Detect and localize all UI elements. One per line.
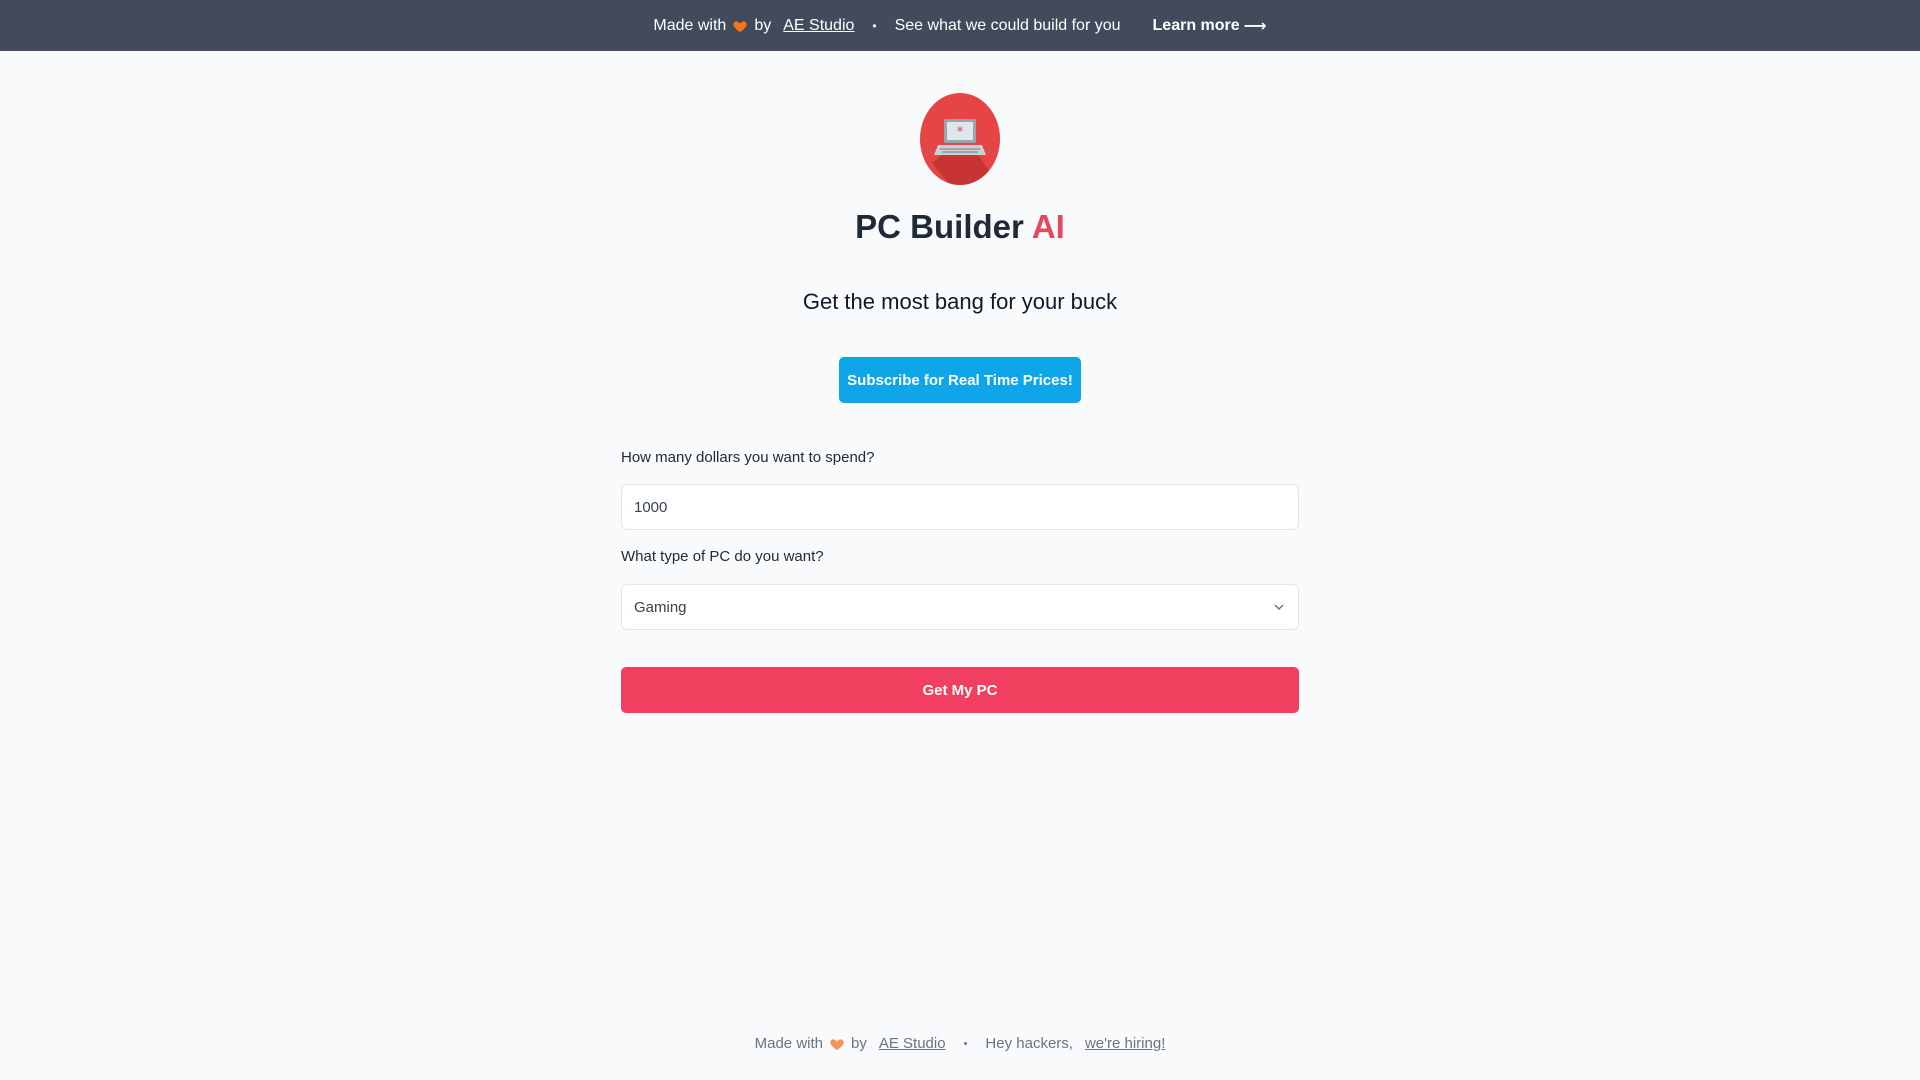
page-title: PC Builder AI <box>0 208 1920 246</box>
footer-ae-studio-link[interactable]: AE Studio <box>879 1035 946 1052</box>
banner-by: by <box>754 16 772 34</box>
chevron-down-icon <box>1274 604 1284 611</box>
footer: Made with by AE Studio • Hey hackers, we… <box>0 1035 1920 1052</box>
budget-value: 1000 <box>634 498 668 516</box>
ae-studio-link[interactable]: AE Studio <box>783 17 854 35</box>
pc-type-value: Gaming <box>634 598 687 616</box>
banner-made-with: Made with <box>653 16 727 34</box>
title-main: PC Builder <box>855 208 1024 245</box>
svg-text:*: * <box>957 125 964 140</box>
pc-type-select[interactable]: Gaming <box>621 584 1299 630</box>
top-banner: Made with by AE Studio • See what we cou… <box>0 0 1920 51</box>
subscribe-button[interactable]: Subscribe for Real Time Prices! <box>839 357 1081 403</box>
learn-more-link[interactable]: Learn more ⟶ <box>1153 16 1267 36</box>
get-my-pc-button[interactable]: Get My PC <box>621 667 1299 713</box>
banner-pitch: See what we could build for you <box>894 16 1121 34</box>
title-accent: AI <box>1031 208 1065 245</box>
arrow-right-icon: ⟶ <box>1243 17 1267 35</box>
footer-by: by <box>851 1035 867 1052</box>
heart-icon <box>733 20 748 32</box>
budget-input[interactable]: 1000 <box>621 484 1299 530</box>
footer-hey: Hey hackers, <box>985 1035 1073 1052</box>
budget-label: How many dollars you want to spend? <box>621 449 875 466</box>
footer-bullet: • <box>963 1037 968 1050</box>
footer-made-with: Made with <box>754 1035 823 1052</box>
heart-icon <box>830 1038 844 1050</box>
banner-bullet: • <box>872 18 877 33</box>
hiring-link[interactable]: we're hiring! <box>1085 1035 1165 1052</box>
laptop-icon: * <box>920 93 1000 185</box>
pc-type-label: What type of PC do you want? <box>621 548 824 565</box>
learn-more-label: Learn more <box>1152 16 1240 34</box>
tagline: Get the most bang for your buck <box>802 289 1118 314</box>
